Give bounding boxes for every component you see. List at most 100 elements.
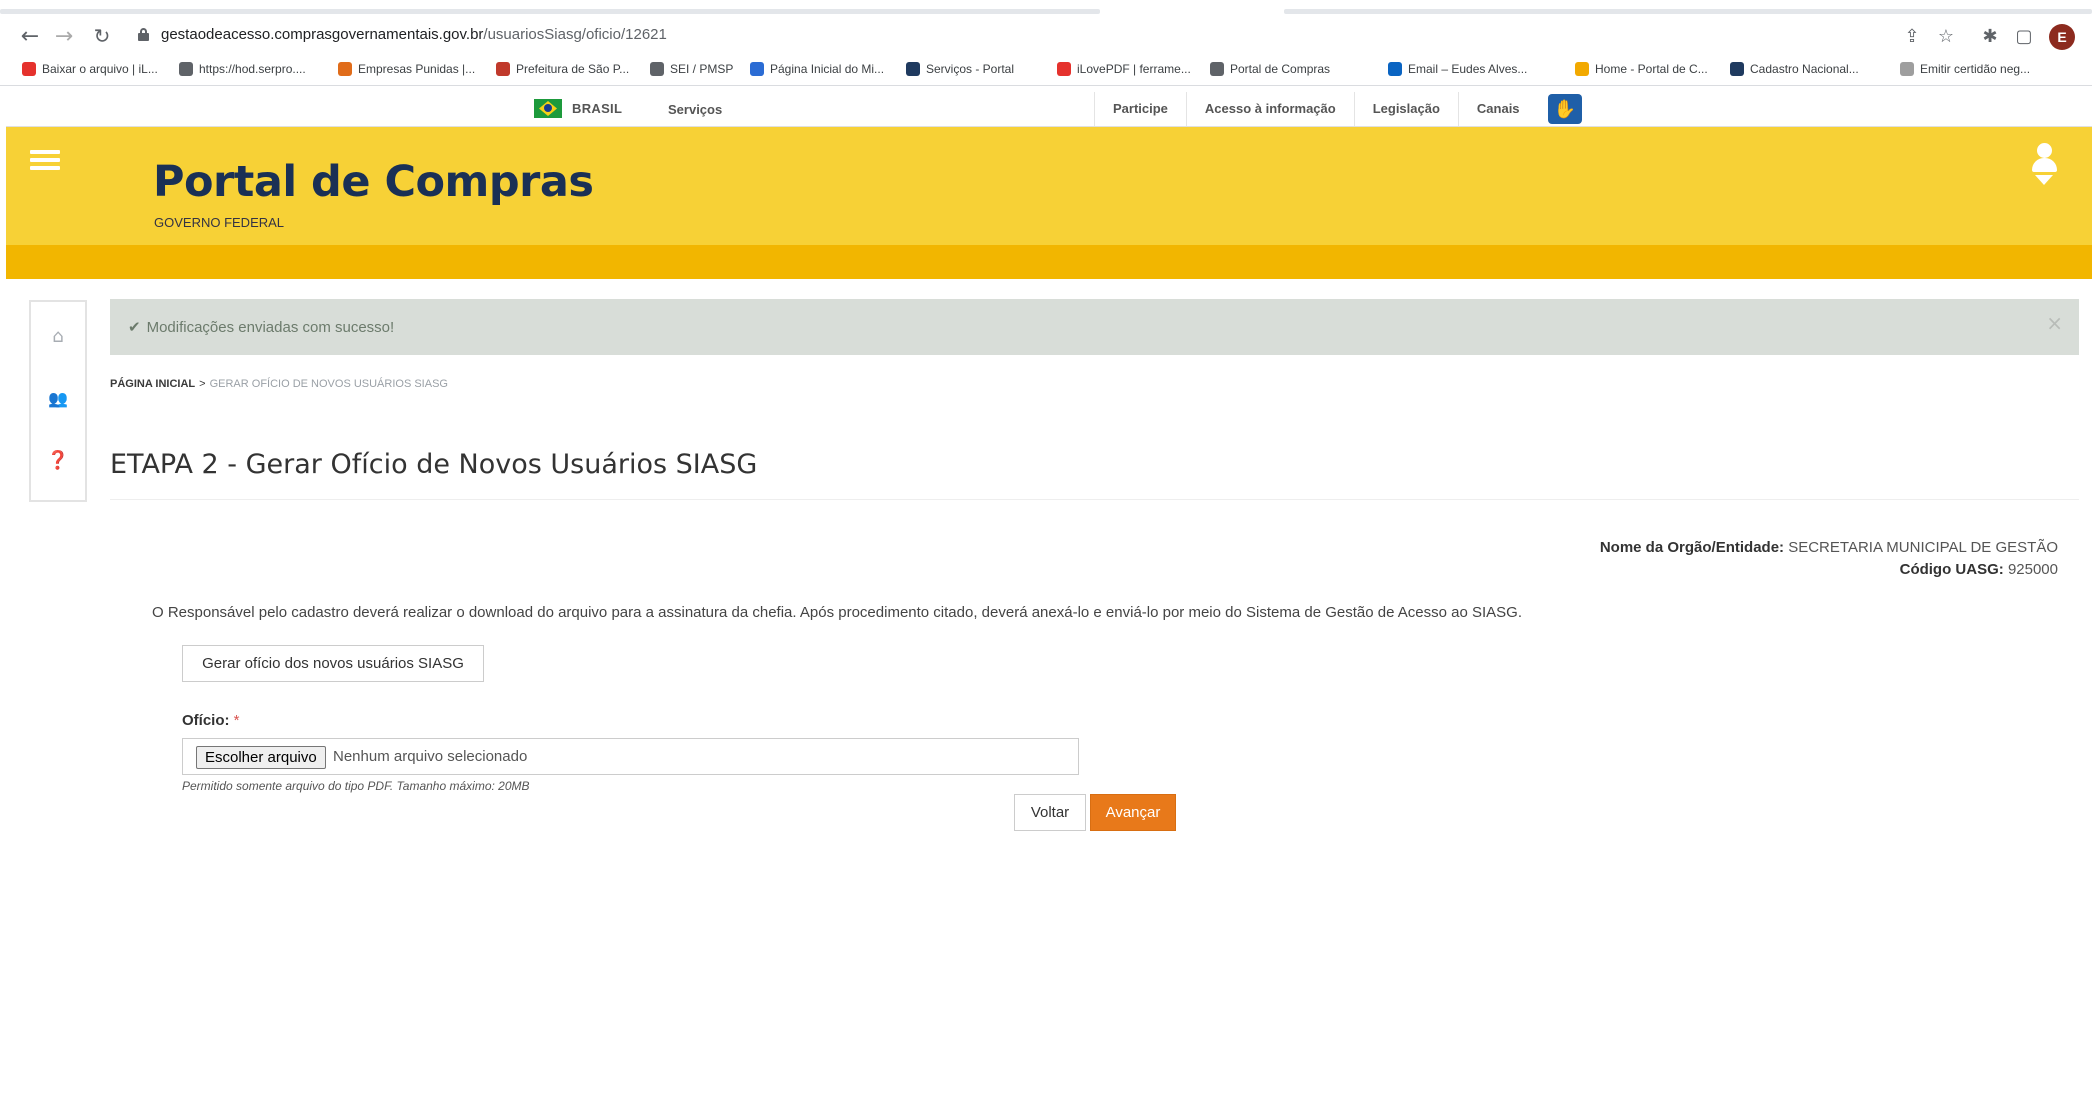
check-icon: ✔ [128, 318, 141, 336]
alert-message: ✔ Modificações enviadas com sucesso! [128, 318, 394, 336]
choose-file-button[interactable]: Escolher arquivo [196, 746, 326, 769]
bookmark-favicon-icon [1210, 62, 1224, 76]
bookmark-label: SEI / PMSP [670, 62, 734, 76]
alert-text: Modificações enviadas com sucesso! [146, 319, 395, 336]
help-icon[interactable]: ❓ [31, 440, 85, 480]
url-field[interactable]: gestaodeacesso.comprasgovernamentais.gov… [161, 26, 667, 43]
oficio-label-text: Ofício: [182, 712, 230, 729]
bookmark-item[interactable]: Portal de Compras [1210, 62, 1330, 76]
bookmark-item[interactable]: Empresas Punidas |... [338, 62, 475, 76]
bookmark-favicon-icon [1057, 62, 1071, 76]
hamburger-menu-icon[interactable] [30, 150, 60, 170]
home-icon[interactable]: ⌂ [31, 316, 85, 356]
bookmark-favicon-icon [1900, 62, 1914, 76]
bookmark-favicon-icon [1730, 62, 1744, 76]
bookmark-item[interactable]: SEI / PMSP [650, 62, 733, 76]
bookmark-favicon-icon [179, 62, 193, 76]
breadcrumb-separator: > [199, 378, 206, 390]
bookmark-item[interactable]: Cadastro Nacional... [1730, 62, 1859, 76]
url-host: gestaodeacesso.comprasgovernamentais.gov… [161, 26, 484, 43]
bookmark-favicon-icon [338, 62, 352, 76]
bookmark-label: Prefeitura de São P... [516, 62, 630, 76]
bookmark-item[interactable]: iLovePDF | ferrame... [1057, 62, 1191, 76]
tab-placeholder[interactable] [1284, 9, 2092, 14]
gov-links: Participe Acesso à informação Legislação… [1094, 92, 1538, 126]
users-icon[interactable]: 👥 [31, 378, 85, 418]
lock-icon[interactable] [138, 28, 149, 41]
back-button[interactable]: Voltar [1014, 794, 1086, 831]
oficio-label: Ofício: * [182, 712, 240, 729]
bookmark-label: Baixar o arquivo | iL... [42, 62, 158, 76]
file-help-text: Permitido somente arquivo do tipo PDF. T… [182, 779, 530, 793]
uasg-value: 925000 [2007, 561, 2058, 578]
file-input[interactable]: Escolher arquivo Nenhum arquivo selecion… [182, 738, 1079, 775]
bookmark-label: Serviços - Portal [926, 62, 1015, 76]
gov-top-bar: BRASIL Serviços Participe Acesso à infor… [6, 92, 2092, 127]
side-panel-icon[interactable]: ▢ [2012, 24, 2036, 48]
bookmark-favicon-icon [750, 62, 764, 76]
generate-oficio-button[interactable]: Gerar ofício dos novos usuários SIASG [182, 645, 484, 682]
bookmark-label: Página Inicial do Mi... [770, 62, 885, 76]
breadcrumb: PÁGINA INICIAL > GERAR OFÍCIO DE NOVOS USU… [110, 378, 448, 390]
page-title: ETAPA 2 - Gerar Ofício de Novos Usuários… [110, 449, 758, 480]
bookmark-label: Email – Eudes Alves... [1408, 62, 1528, 76]
bookmark-item[interactable]: Home - Portal de C... [1575, 62, 1708, 76]
reload-icon[interactable]: ↻ [88, 22, 116, 50]
share-icon[interactable]: ⇪ [1900, 24, 1924, 48]
bookmark-label: Emitir certidão neg... [1920, 62, 2031, 76]
bookmark-favicon-icon [650, 62, 664, 76]
legislacao-link[interactable]: Legislação [1353, 92, 1458, 126]
uasg-label: Código UASG: [1899, 561, 2004, 578]
bookmark-favicon-icon [906, 62, 920, 76]
bookmark-label: iLovePDF | ferrame... [1077, 62, 1191, 76]
url-path: /usuariosSiasg/oficio/12621 [483, 26, 667, 43]
back-arrow-icon[interactable]: ← [16, 22, 44, 50]
side-nav: ⌂ 👥 ❓ [29, 300, 87, 502]
breadcrumb-home-link[interactable]: PÁGINA INICIAL [110, 378, 195, 390]
user-menu-icon[interactable] [2029, 143, 2059, 187]
servicos-link[interactable]: Serviços [668, 102, 722, 117]
no-file-text: Nenhum arquivo selecionado [333, 748, 528, 765]
site-header: Portal de Compras GOVERNO FEDERAL [6, 127, 2092, 245]
bookmarks-bar: Baixar o arquivo | iL... https://hod.serp… [0, 56, 2092, 86]
bookmark-favicon-icon [1575, 62, 1589, 76]
forward-arrow-icon[interactable]: → [50, 22, 78, 50]
bookmark-favicon-icon [22, 62, 36, 76]
close-icon[interactable]: × [2046, 311, 2063, 335]
extensions-icon[interactable]: ✱ [1978, 24, 2002, 48]
instructions-text: O Responsável pelo cadastro deverá reali… [152, 604, 1522, 621]
bookmark-item[interactable]: Página Inicial do Mi... [750, 62, 884, 76]
bookmark-label: Empresas Punidas |... [358, 62, 476, 76]
bookmark-item[interactable]: Emitir certidão neg... [1900, 62, 2030, 76]
site-title[interactable]: Portal de Compras [153, 157, 594, 207]
brasil-link[interactable]: BRASIL [534, 99, 622, 118]
bookmark-item[interactable]: Email – Eudes Alves... [1388, 62, 1527, 76]
brasil-label: BRASIL [572, 101, 623, 116]
header-band [6, 245, 2092, 279]
accessibility-icon[interactable]: ✋ [1548, 94, 1582, 124]
bookmark-item[interactable]: https://hod.serpro.... [179, 62, 306, 76]
next-button[interactable]: Avançar [1090, 794, 1176, 831]
star-icon[interactable]: ☆ [1934, 24, 1958, 48]
bookmark-favicon-icon [1388, 62, 1402, 76]
site-subtitle: GOVERNO FEDERAL [154, 215, 285, 230]
browser-tab-strip [0, 0, 2092, 16]
bookmark-item[interactable]: Prefeitura de São P... [496, 62, 629, 76]
bookmark-label: Home - Portal de C... [1595, 62, 1708, 76]
brazil-flag-icon [534, 99, 562, 118]
participe-link[interactable]: Participe [1094, 92, 1186, 126]
canais-link[interactable]: Canais [1457, 92, 1538, 126]
bookmark-label: Portal de Compras [1230, 62, 1331, 76]
title-divider [110, 499, 2079, 500]
required-mark: * [233, 712, 240, 729]
acesso-informacao-link[interactable]: Acesso à informação [1185, 92, 1354, 126]
bookmark-item[interactable]: Baixar o arquivo | iL... [22, 62, 158, 76]
breadcrumb-current: GERAR OFÍCIO DE NOVOS USUÁRIOS SIASG [209, 378, 448, 390]
bookmark-favicon-icon [496, 62, 510, 76]
success-alert: ✔ Modificações enviadas com sucesso! × [110, 299, 2079, 355]
bookmark-label: https://hod.serpro.... [199, 62, 306, 76]
bookmark-item[interactable]: Serviços - Portal [906, 62, 1014, 76]
tab-placeholder[interactable] [0, 9, 1100, 14]
profile-avatar[interactable]: E [2049, 24, 2075, 50]
bookmark-label: Cadastro Nacional... [1750, 62, 1859, 76]
